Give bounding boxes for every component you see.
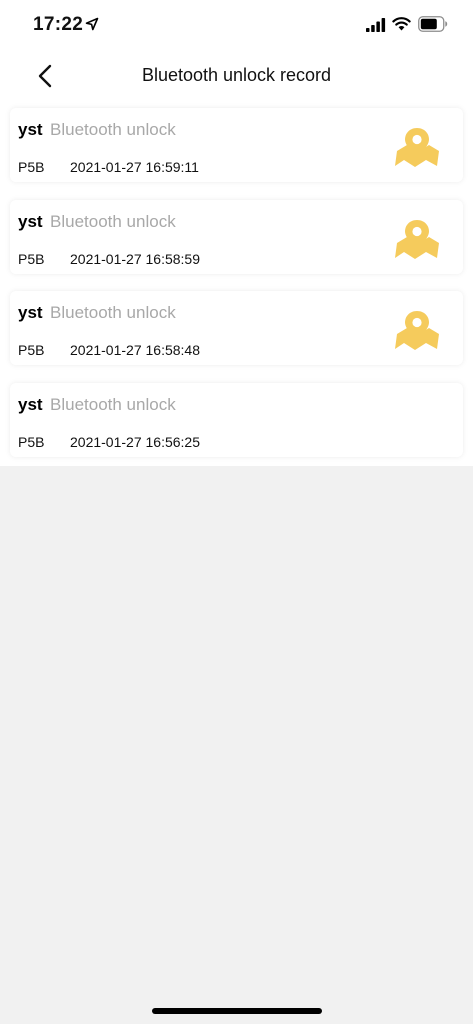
- record-user-name: yst: [18, 303, 43, 322]
- home-indicator[interactable]: [152, 1008, 322, 1014]
- record-device: P5B: [18, 433, 45, 450]
- location-arrow-icon: [85, 17, 99, 31]
- map-location-icon[interactable]: [393, 309, 441, 353]
- record-action-label: Bluetooth unlock: [50, 394, 176, 414]
- wifi-icon: [392, 17, 411, 31]
- record-device: P5B: [18, 159, 45, 175]
- status-bar: 17:22: [0, 0, 473, 52]
- record-user-name: yst: [18, 211, 43, 231]
- cellular-signal-icon: [366, 18, 386, 32]
- map-location-icon[interactable]: [393, 126, 441, 170]
- record-item[interactable]: yst Bluetooth unlock P5B 2021-01-27 16:5…: [10, 199, 463, 274]
- battery-icon: [418, 16, 448, 32]
- record-action-label: Bluetooth unlock: [50, 303, 176, 322]
- page-title: Bluetooth unlock record: [141, 65, 332, 85]
- status-time: 17:22: [33, 14, 84, 35]
- record-timestamp: 2021-01-27 16:58:59: [70, 250, 200, 267]
- record-user-name: yst: [18, 120, 43, 139]
- record-device: P5B: [18, 342, 45, 358]
- record-item[interactable]: yst Bluetooth unlock P5B 2021-01-27 16:5…: [10, 291, 463, 365]
- record-action-label: Bluetooth unlock: [50, 120, 176, 139]
- record-device: P5B: [18, 250, 45, 267]
- record-item[interactable]: yst Bluetooth unlock P5B 2021-01-27 16:5…: [10, 108, 463, 182]
- record-timestamp: 2021-01-27 16:58:48: [70, 342, 200, 358]
- map-location-icon[interactable]: [393, 218, 441, 262]
- record-user-name: yst: [18, 394, 43, 414]
- record-action-label: Bluetooth unlock: [50, 211, 176, 231]
- record-item[interactable]: yst Bluetooth unlock P5B 2021-01-27 16:5…: [10, 382, 463, 457]
- record-timestamp: 2021-01-27 16:56:25: [70, 433, 200, 450]
- record-timestamp: 2021-01-27 16:59:11: [70, 159, 199, 175]
- navigation-bar: Bluetooth unlock record: [0, 52, 473, 100]
- record-list: yst Bluetooth unlock P5B 2021-01-27 16:5…: [10, 108, 463, 474]
